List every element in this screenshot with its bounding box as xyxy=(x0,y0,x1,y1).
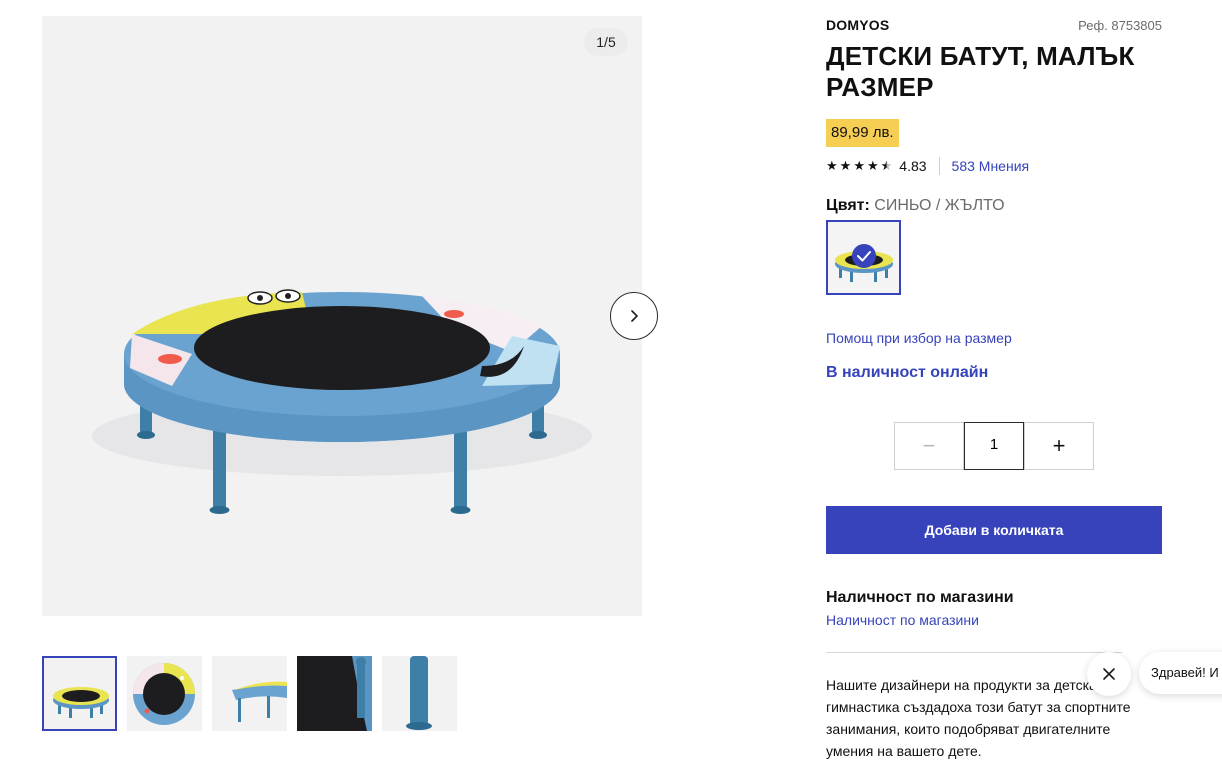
product-title: ДЕТСКИ БАТУТ, МАЛЪК РАЗМЕР xyxy=(826,41,1135,102)
half-star-icon: ★ xyxy=(880,158,893,173)
size-help-link[interactable]: Помощ при избор на размер xyxy=(826,330,1012,346)
online-stock-status: В наличност онлайн xyxy=(826,364,989,381)
product-reference: Реф. 8753805 xyxy=(1078,18,1162,33)
price-badge: 89,99 лв. xyxy=(826,119,899,147)
rating-row[interactable]: ★ ★ ★ ★ ★ 4.83 583 Мнения xyxy=(826,156,1029,176)
star-icon: ★ xyxy=(826,158,838,173)
image-counter: 1/5 xyxy=(584,28,628,56)
chevron-right-icon xyxy=(631,310,638,322)
color-label: Цвят: xyxy=(826,197,870,214)
trampoline-image xyxy=(92,289,592,514)
thumbnail-3[interactable] xyxy=(212,656,287,731)
rating-stars: ★ ★ ★ ★ ★ xyxy=(826,158,892,174)
store-availability-link[interactable]: Наличност по магазини xyxy=(826,612,979,628)
trampoline-front-thumb xyxy=(53,687,109,718)
color-swatch-selected[interactable] xyxy=(826,220,901,295)
rating-value: 4.83 xyxy=(899,158,927,174)
add-to-cart-button[interactable]: Добави в количката xyxy=(826,506,1162,554)
reviews-link[interactable]: 583 Мнения xyxy=(952,158,1030,174)
trampoline-leg-thumb xyxy=(406,656,432,730)
store-availability-heading: Наличност по магазини xyxy=(826,589,1014,606)
thumbnail-strip xyxy=(42,656,457,731)
quantity-stepper: − + xyxy=(894,422,1094,470)
section-divider xyxy=(826,652,1122,653)
product-main-image[interactable]: 1/5 xyxy=(42,16,642,616)
trampoline-swatch-image xyxy=(835,244,893,282)
chat-close-button[interactable] xyxy=(1087,652,1131,696)
chat-greeting-bubble[interactable]: Здравей! И xyxy=(1139,652,1222,694)
increase-quantity-button[interactable]: + xyxy=(1024,422,1094,470)
product-description: Нашите дизайнери на продукти за детска г… xyxy=(826,677,1131,759)
thumbnail-1[interactable] xyxy=(42,656,117,731)
next-image-button[interactable] xyxy=(610,292,658,340)
close-icon xyxy=(1103,668,1115,680)
color-selector-label: Цвят: СИНЬО / ЖЪЛТО xyxy=(826,197,1005,215)
trampoline-side-thumb xyxy=(232,681,287,722)
brand-name[interactable]: DOMYOS xyxy=(826,17,889,33)
decrease-quantity-button[interactable]: − xyxy=(894,422,964,470)
star-icon: ★ xyxy=(866,158,879,173)
thumbnail-2[interactable] xyxy=(127,656,202,731)
color-value: СИНЬО / ЖЪЛТО xyxy=(874,197,1005,214)
rating-divider xyxy=(938,157,940,175)
star-icon: ★ xyxy=(853,158,865,173)
trampoline-top-thumb xyxy=(133,663,195,725)
trampoline-detail-thumb xyxy=(297,656,372,731)
quantity-input[interactable] xyxy=(964,422,1024,470)
star-icon: ★ xyxy=(839,158,852,173)
thumbnail-4[interactable] xyxy=(297,656,372,731)
thumbnail-5[interactable] xyxy=(382,656,457,731)
